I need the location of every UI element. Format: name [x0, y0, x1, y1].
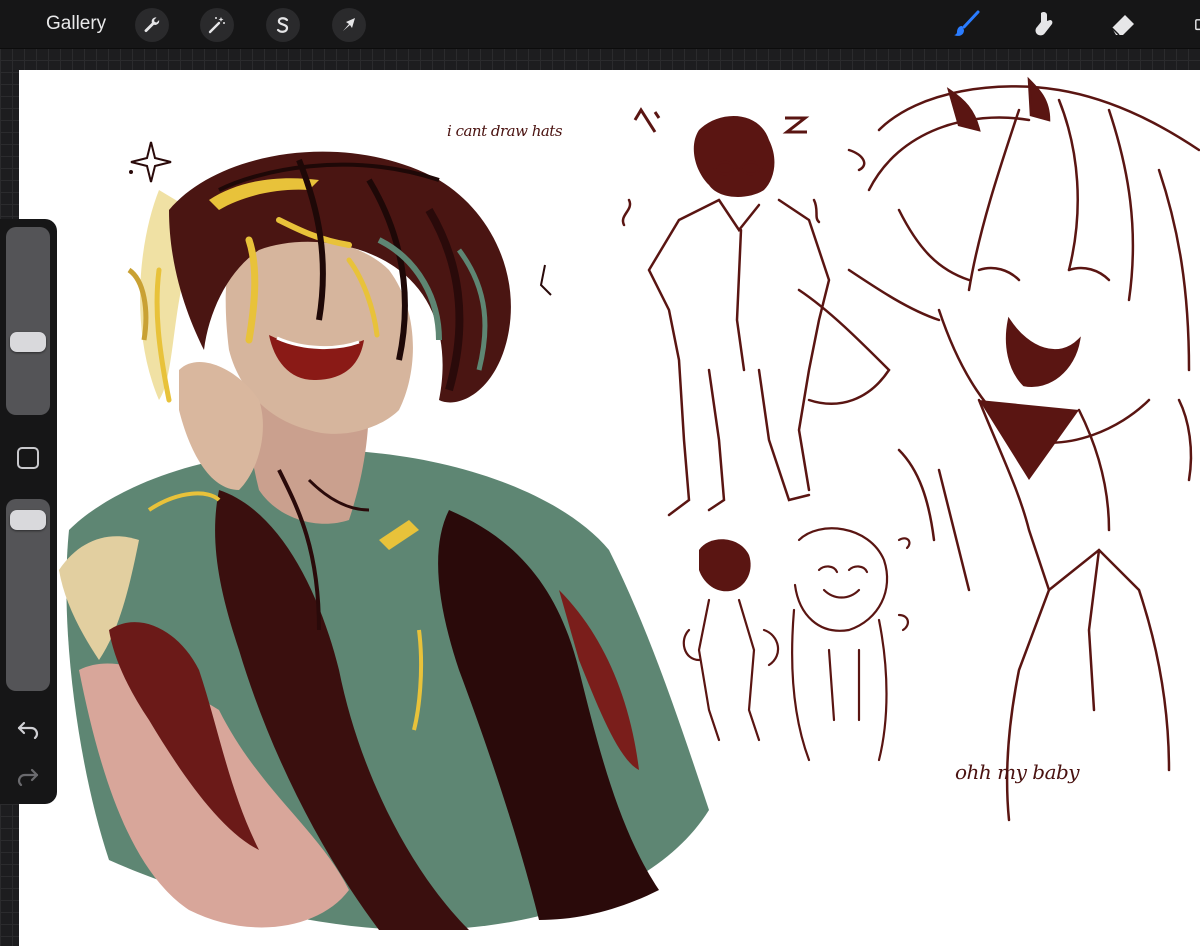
opacity-slider[interactable] [6, 499, 50, 691]
adjustments-button[interactable] [200, 8, 234, 42]
modify-button[interactable] [17, 447, 39, 469]
brush-size-thumb[interactable] [10, 331, 46, 352]
left-sidebar [0, 219, 57, 804]
selection-button[interactable] [266, 8, 300, 42]
redo-button[interactable] [14, 764, 42, 788]
magic-wand-icon [208, 17, 225, 34]
redo-icon [17, 768, 39, 786]
hats-annotation: i cant draw hats [447, 122, 563, 140]
selection-s-icon [276, 17, 289, 33]
brush-size-slider[interactable] [6, 227, 50, 415]
baby-annotation: ohh my baby [955, 760, 1080, 784]
layers-square-icon [1195, 19, 1200, 31]
top-toolbar: Gallery [0, 0, 1200, 49]
wrench-icon [144, 17, 160, 33]
actions-button[interactable] [135, 8, 169, 42]
eraser-tool-button[interactable] [1105, 6, 1141, 42]
transform-arrow-icon [343, 18, 355, 31]
gallery-button[interactable]: Gallery [46, 12, 106, 36]
brush-tool-button[interactable] [948, 6, 984, 42]
opacity-thumb[interactable] [10, 509, 46, 530]
undo-button[interactable] [14, 717, 42, 741]
smudge-icon [1035, 11, 1053, 36]
transform-button[interactable] [332, 8, 366, 42]
layers-button[interactable] [1182, 6, 1200, 42]
artwork [59, 76, 1200, 930]
smudge-tool-button[interactable] [1027, 6, 1063, 42]
undo-icon [17, 721, 39, 739]
brush-icon [954, 10, 980, 36]
drawing-canvas[interactable]: i cant draw hats ohh my baby [19, 70, 1200, 946]
eraser-icon [1111, 15, 1134, 36]
